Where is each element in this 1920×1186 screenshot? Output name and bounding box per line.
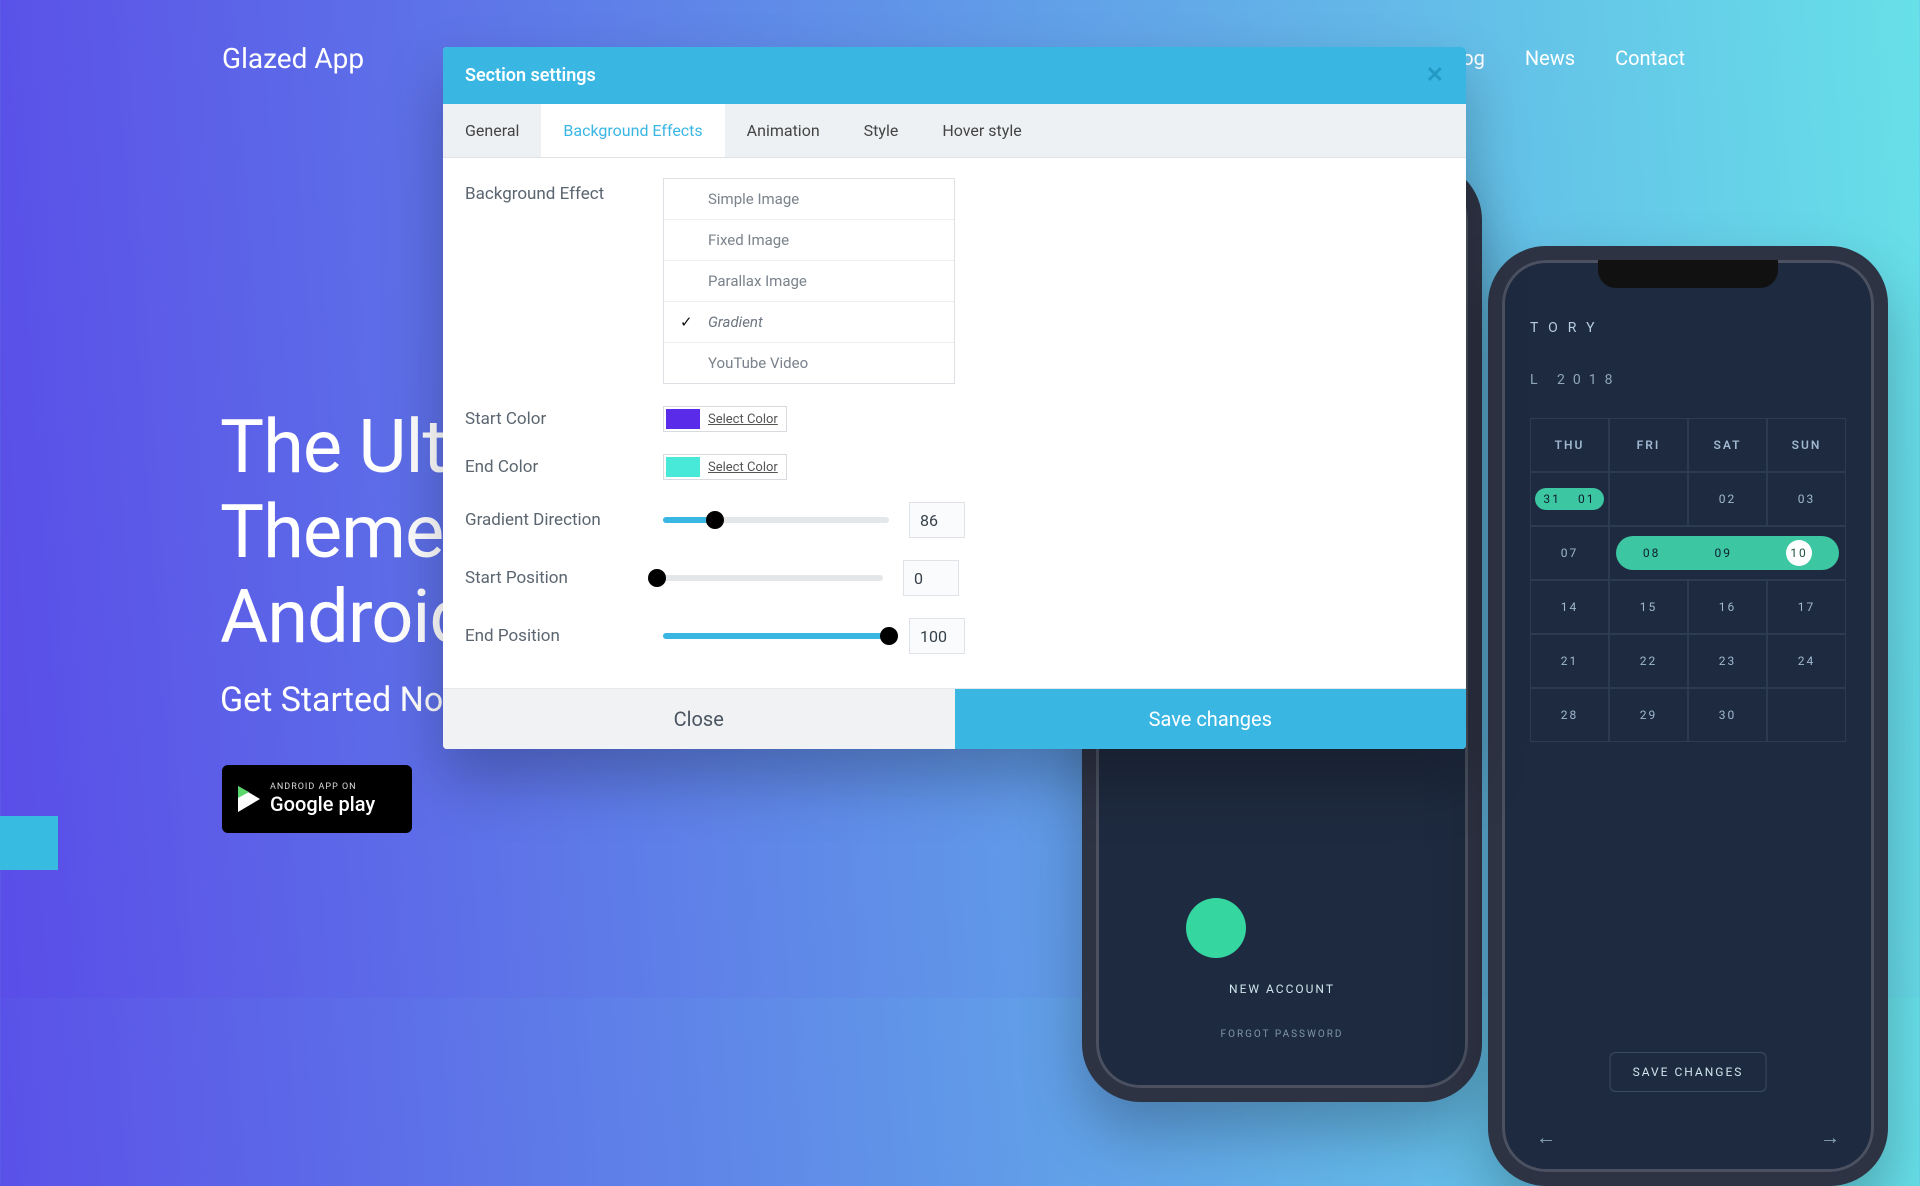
cal-cell: 03 (1767, 472, 1846, 526)
cal-pill: 08 09 10 (1616, 536, 1839, 570)
tab-background-effects[interactable]: Background Effects (541, 104, 724, 157)
cal-head: THU (1530, 418, 1609, 472)
cal-cell: 23 (1688, 634, 1767, 688)
label-background-effect: Background Effect (465, 178, 663, 204)
label-end-position: End Position (465, 626, 663, 646)
cal-cell: 21 (1530, 634, 1609, 688)
modal-title: Section settings (465, 65, 596, 86)
tab-style[interactable]: Style (842, 104, 921, 157)
tab-hover-style[interactable]: Hover style (920, 104, 1043, 157)
google-play-small: ANDROID APP ON (270, 783, 375, 793)
phone1-forgot: FORGOT PASSWORD (1221, 1029, 1344, 1040)
start-position-slider[interactable] (657, 575, 883, 581)
cal-cell: 28 (1530, 688, 1609, 742)
left-tab-handle[interactable] (0, 816, 58, 870)
calendar-grid: THU FRI SAT SUN 31 01 02 03 07 (1530, 418, 1846, 742)
option-youtube-video[interactable]: YouTube Video (664, 343, 954, 383)
section-settings-modal: Section settings ✕ General Background Ef… (443, 47, 1466, 749)
brand-title[interactable]: Glazed App (222, 42, 364, 75)
cal-cell: 08 09 10 (1609, 526, 1846, 580)
option-fixed-image[interactable]: Fixed Image (664, 220, 954, 261)
nav-item-contact[interactable]: Contact (1615, 46, 1685, 70)
arrow-right-icon: → (1820, 1125, 1840, 1150)
modal-body: Background Effect Simple Image Fixed Ima… (443, 158, 1466, 688)
end-position-value[interactable]: 100 (909, 618, 965, 654)
google-play-big: Google play (270, 793, 375, 815)
cal-cell: 17 (1767, 580, 1846, 634)
modal-tabs: General Background Effects Animation Sty… (443, 104, 1466, 158)
label-end-color: End Color (465, 457, 663, 477)
cal-cell: 14 (1530, 580, 1609, 634)
cal-cell: 02 (1688, 472, 1767, 526)
option-gradient[interactable]: Gradient (664, 302, 954, 343)
hero-subhead: Get Started No (220, 680, 443, 720)
cal-cell: 16 (1688, 580, 1767, 634)
slider-knob[interactable] (706, 511, 724, 529)
close-icon[interactable]: ✕ (1426, 63, 1444, 88)
start-color-picker[interactable]: Select Color (663, 406, 787, 432)
cal-cell: 29 (1609, 688, 1688, 742)
slider-knob[interactable] (648, 569, 666, 587)
label-gradient-direction: Gradient Direction (465, 510, 663, 530)
cal-cell (1767, 688, 1846, 742)
phone-mockup-right: TORY L 2018 THU FRI SAT SUN 31 01 02 03 (1488, 246, 1888, 1186)
end-position-slider[interactable] (663, 633, 889, 639)
cal-cell: 31 01 (1530, 472, 1609, 526)
cal-val: 09 (1714, 546, 1732, 560)
phone2-save-button: SAVE CHANGES (1610, 1052, 1767, 1092)
phone1-new-account: NEW ACCOUNT (1207, 970, 1357, 1008)
play-icon (238, 786, 260, 812)
option-parallax-image[interactable]: Parallax Image (664, 261, 954, 302)
start-position-value[interactable]: 0 (903, 560, 959, 596)
label-start-position: Start Position (465, 568, 663, 588)
background-effect-list: Simple Image Fixed Image Parallax Image … (663, 178, 955, 384)
cal-head: SAT (1688, 418, 1767, 472)
cal-val: 01 (1578, 492, 1596, 506)
cal-dot: 10 (1786, 540, 1812, 566)
google-play-text: ANDROID APP ON Google play (270, 783, 375, 815)
cal-pill: 31 01 (1535, 488, 1604, 510)
slider-fill (663, 633, 889, 639)
modal-header: Section settings ✕ (443, 47, 1466, 104)
cal-val: 31 (1543, 492, 1561, 506)
nav-item-news[interactable]: News (1525, 46, 1575, 70)
select-color-link[interactable]: Select Color (708, 460, 778, 475)
cal-cell (1609, 472, 1688, 526)
arrow-left-icon: ← (1536, 1125, 1556, 1150)
gradient-direction-value[interactable]: 86 (909, 502, 965, 538)
select-color-link[interactable]: Select Color (708, 412, 778, 427)
google-play-badge[interactable]: ANDROID APP ON Google play (222, 765, 412, 833)
phone2-sub: L 2018 (1530, 372, 1846, 388)
modal-footer: Close Save changes (443, 688, 1466, 749)
slider-knob[interactable] (880, 627, 898, 645)
close-button[interactable]: Close (443, 689, 955, 749)
top-nav: log News Contact (1457, 46, 1685, 70)
cal-val: 08 (1643, 546, 1661, 560)
start-color-swatch (666, 409, 700, 429)
option-simple-image[interactable]: Simple Image (664, 179, 954, 220)
end-color-picker[interactable]: Select Color (663, 454, 787, 480)
cal-cell: 24 (1767, 634, 1846, 688)
end-color-swatch (666, 457, 700, 477)
gradient-direction-slider[interactable] (663, 517, 889, 523)
cal-cell: 22 (1609, 634, 1688, 688)
cal-head: FRI (1609, 418, 1688, 472)
tab-animation[interactable]: Animation (725, 104, 842, 157)
cal-cell: 15 (1609, 580, 1688, 634)
label-start-color: Start Color (465, 409, 663, 429)
phone2-title: TORY (1530, 320, 1846, 336)
cal-head: SUN (1767, 418, 1846, 472)
tab-general[interactable]: General (443, 104, 541, 157)
green-circle (1186, 898, 1246, 958)
save-changes-button[interactable]: Save changes (955, 689, 1467, 749)
cal-cell: 07 (1530, 526, 1609, 580)
cal-cell: 30 (1688, 688, 1767, 742)
phone2-screen: TORY L 2018 THU FRI SAT SUN 31 01 02 03 (1502, 260, 1874, 1172)
